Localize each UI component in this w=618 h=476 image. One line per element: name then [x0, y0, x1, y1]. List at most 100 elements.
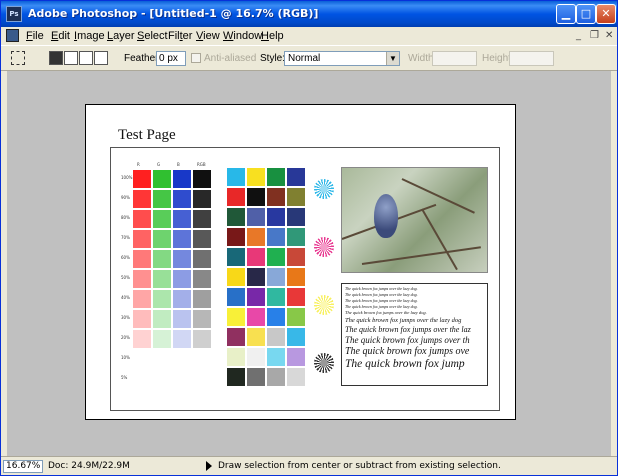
- menu-help[interactable]: Help: [261, 30, 284, 42]
- tone-ramp-cell: [133, 170, 151, 188]
- close-button[interactable]: ✕: [596, 4, 616, 24]
- color-swatch: [247, 188, 265, 206]
- starburst-target: [314, 295, 334, 315]
- pangram-line: The quick brown fox jumps over the lazy …: [345, 298, 418, 303]
- color-swatch: [267, 288, 285, 306]
- color-swatch: [287, 288, 305, 306]
- menu-image[interactable]: Image: [74, 30, 105, 42]
- pangram-line: The quick brown fox jumps over the lazy …: [345, 292, 418, 297]
- color-swatch: [267, 188, 285, 206]
- color-swatch: [247, 368, 265, 386]
- color-swatch: [267, 208, 285, 226]
- color-swatch: [267, 348, 285, 366]
- add-to-selection-icon[interactable]: [64, 51, 78, 65]
- height-input[interactable]: [509, 51, 554, 66]
- pangram-line: The quick brown fox jumps over the lazy …: [345, 310, 427, 315]
- anti-aliased-checkbox[interactable]: [191, 53, 201, 63]
- tone-ramp-cell: [173, 290, 191, 308]
- tone-ramp-cell: [173, 190, 191, 208]
- doc-minimize-icon[interactable]: _: [576, 30, 581, 41]
- color-swatch: [287, 168, 305, 186]
- tone-ramp-cell: [153, 210, 171, 228]
- tone-ramp-cell: [133, 310, 151, 328]
- ramp-row-label: 90%: [121, 195, 130, 200]
- menu-select[interactable]: Select: [137, 30, 168, 42]
- color-swatch: [287, 348, 305, 366]
- color-swatch: [287, 208, 305, 226]
- doc-size-info[interactable]: Doc: 24.9M/22.9M: [48, 461, 130, 471]
- tone-ramp-cell: [133, 250, 151, 268]
- color-swatch: [267, 308, 285, 326]
- zoom-field[interactable]: 16.67%: [3, 460, 43, 473]
- tone-ramp-cell: [193, 310, 211, 328]
- ramp-row-label: 50%: [121, 275, 130, 280]
- photoshop-app-icon[interactable]: Ps: [6, 6, 22, 22]
- tone-ramp-cell: [153, 190, 171, 208]
- style-dropdown[interactable]: Normal ▼: [284, 51, 400, 66]
- width-input[interactable]: [432, 51, 477, 66]
- tone-ramp-cell: [193, 290, 211, 308]
- menu-file[interactable]: File: [26, 30, 44, 42]
- menu-view[interactable]: View: [196, 30, 220, 42]
- doc-close-icon[interactable]: ✕: [605, 30, 613, 41]
- color-swatch: [247, 308, 265, 326]
- starburst-target: [314, 237, 334, 257]
- color-swatch: [287, 248, 305, 266]
- heron-photo: [341, 167, 488, 273]
- pangram-line: The quick brown fox jumps over the lazy …: [345, 286, 418, 291]
- color-swatch: [267, 328, 285, 346]
- anti-aliased-label: Anti-aliased: [204, 53, 257, 64]
- ramp-row-label: 40%: [121, 295, 130, 300]
- ramp-row-label: 10%: [121, 355, 130, 360]
- options-bar: Feather: 0 px Anti-aliased Style: Normal…: [1, 45, 617, 71]
- tone-ramp-cell: [193, 230, 211, 248]
- pangram-line: The quick brown fox jumps over the lazy …: [345, 316, 462, 324]
- color-swatch: [247, 348, 265, 366]
- maximize-button[interactable]: □: [576, 4, 596, 24]
- chevron-down-icon[interactable]: ▼: [386, 52, 399, 65]
- window-title: Adobe Photoshop - [Untitled-1 @ 16.7% (R…: [28, 7, 319, 20]
- subtract-from-selection-icon[interactable]: [79, 51, 93, 65]
- rectangular-marquee-tool-icon[interactable]: [11, 51, 25, 65]
- document-control-icon[interactable]: [6, 29, 19, 42]
- color-swatch: [267, 268, 285, 286]
- status-bar: 16.67% Doc: 24.9M/22.9M Draw selection f…: [1, 456, 617, 475]
- menu-filter[interactable]: Filter: [168, 30, 192, 42]
- menu-window[interactable]: Window: [223, 30, 262, 42]
- color-swatch: [227, 168, 245, 186]
- tone-ramp-cell: [173, 230, 191, 248]
- ramp-row-label: 70%: [121, 235, 130, 240]
- color-swatch: [247, 168, 265, 186]
- workspace[interactable]: Test Page The quick brown fox jumps over…: [7, 71, 611, 456]
- ramp-row-label: 30%: [121, 315, 130, 320]
- color-swatch: [287, 268, 305, 286]
- color-swatch: [287, 188, 305, 206]
- pangram-line: The quick brown fox jumps ove: [345, 346, 470, 357]
- heron-bird: [374, 194, 398, 238]
- menu-edit[interactable]: Edit: [51, 30, 70, 42]
- test-page-title: Test Page: [118, 127, 176, 143]
- tone-ramp-cell: [173, 170, 191, 188]
- tone-ramp-cell: [173, 270, 191, 288]
- document-canvas[interactable]: Test Page The quick brown fox jumps over…: [85, 104, 516, 420]
- pangram-line: The quick brown fox jumps over th: [345, 335, 470, 345]
- color-swatch: [287, 308, 305, 326]
- intersect-selection-icon[interactable]: [94, 51, 108, 65]
- color-swatch: [227, 248, 245, 266]
- tone-ramp-cell: [153, 310, 171, 328]
- color-swatch: [227, 188, 245, 206]
- feather-input[interactable]: 0 px: [156, 51, 186, 66]
- tone-ramp-cell: [153, 250, 171, 268]
- tone-ramp-cell: [133, 230, 151, 248]
- color-swatch: [267, 228, 285, 246]
- new-selection-icon[interactable]: [49, 51, 63, 65]
- status-menu-arrow-icon[interactable]: [206, 461, 212, 471]
- ramp-row-label: 5%: [121, 375, 128, 380]
- menu-layer[interactable]: Layer: [107, 30, 135, 42]
- color-swatch: [287, 368, 305, 386]
- title-bar[interactable]: Ps Adobe Photoshop - [Untitled-1 @ 16.7%…: [1, 1, 617, 27]
- doc-restore-icon[interactable]: ❐: [590, 30, 599, 41]
- minimize-button[interactable]: ▁: [556, 4, 576, 24]
- color-swatch: [247, 328, 265, 346]
- tone-ramp-cell: [133, 190, 151, 208]
